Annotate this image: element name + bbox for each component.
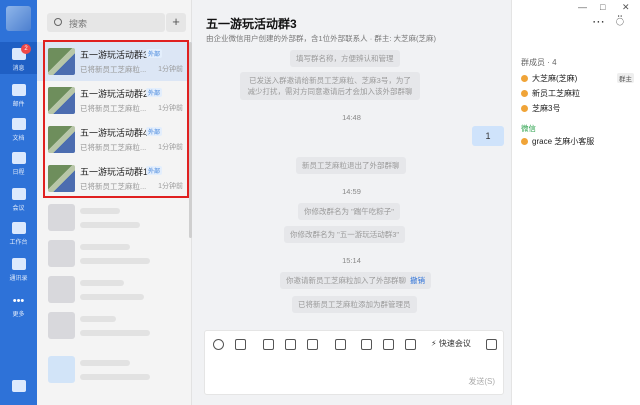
- nav-label: 更多: [12, 312, 25, 318]
- nav-apps[interactable]: [0, 380, 37, 392]
- nav-label: 文档: [12, 136, 25, 142]
- system-message: 新员工芝麻粒退出了外部群聊: [296, 157, 406, 174]
- members-header: 群成员 · 4: [521, 58, 557, 67]
- unread-badge: 2: [21, 44, 31, 54]
- minimize-icon[interactable]: —: [578, 2, 587, 12]
- timestamp: 15:14: [342, 256, 361, 265]
- highlight-box: [43, 40, 189, 198]
- blurred-text: [80, 360, 130, 366]
- workbench-icon: [11, 222, 26, 234]
- blurred-avatar: [48, 204, 75, 231]
- nav-docs[interactable]: 文档: [0, 118, 37, 142]
- nav-meeting[interactable]: 会议: [0, 188, 37, 212]
- blurred-text: [80, 244, 130, 250]
- nav-label: 会议: [12, 206, 25, 212]
- member-row[interactable]: 芝麻3号: [521, 103, 560, 114]
- apps-icon: [11, 380, 26, 392]
- my-message-bubble[interactable]: 1: [472, 126, 504, 146]
- calendar-icon[interactable]: [383, 339, 394, 350]
- more-dots-icon: •••: [12, 295, 25, 307]
- search-placeholder: 搜索: [69, 19, 88, 29]
- system-message: 已发送入群邀请给新员工芝麻粒、芝麻3号，为了减少打扰，需对方同意邀请后才会加入该…: [240, 72, 420, 100]
- nav-label: 消息: [12, 66, 25, 72]
- maximize-icon[interactable]: □: [600, 2, 605, 12]
- close-icon[interactable]: ✕: [622, 2, 630, 13]
- emoji-icon[interactable]: [213, 339, 224, 350]
- todo-icon[interactable]: [307, 339, 318, 350]
- nav-label: 通讯录: [9, 276, 28, 282]
- blurred-text: [80, 222, 140, 228]
- member-icon: [521, 138, 528, 145]
- nav-rail: 2 消息 邮件 文档 日程 会议 工作台 通讯录 ••• 更多: [0, 0, 37, 405]
- nav-label: 邮件: [12, 102, 25, 108]
- quick-meeting-label: 快速会议: [438, 339, 471, 348]
- screen-share-icon[interactable]: [405, 339, 416, 350]
- chat-description: 由企业微信用户创建的外部群，含1位外部联系人 · 群主: 大芝麻(芝麻): [206, 34, 436, 43]
- document-icon: [11, 118, 26, 130]
- add-member-icon[interactable]: ⍥: [616, 14, 624, 30]
- blurred-avatar: [48, 312, 75, 339]
- owner-badge: 群主: [617, 73, 634, 83]
- send-button[interactable]: 发送(S): [468, 376, 495, 387]
- nav-contacts[interactable]: 通讯录: [0, 258, 37, 282]
- doc-icon[interactable]: [285, 339, 296, 350]
- member-row[interactable]: 新员工芝麻粒: [521, 88, 580, 99]
- blurred-avatar: [48, 356, 75, 383]
- member-icon: [521, 75, 528, 82]
- group-info-panel: — □ ✕ ⋯ ⍥ 群成员 · 4 大芝麻(芝麻) 群主 新员工芝麻粒 芝麻3号…: [511, 0, 640, 405]
- nav-messages[interactable]: 2 消息: [0, 42, 37, 74]
- system-message: 已将新员工芝麻粒添加为群管理员: [292, 296, 417, 313]
- system-message: 你修改群名为 "五一游玩活动群3": [284, 226, 406, 243]
- blurred-text: [80, 208, 120, 214]
- search-icon: [54, 18, 62, 26]
- blurred-text: [80, 374, 150, 380]
- image-icon[interactable]: [263, 339, 274, 350]
- user-avatar[interactable]: [6, 6, 31, 31]
- timestamp: 14:59: [342, 187, 361, 196]
- system-message-text: 你邀请新员工芝麻粒加入了外部群聊: [286, 276, 406, 285]
- member-name: 大芝麻(芝麻): [532, 74, 578, 83]
- blurred-text: [80, 294, 144, 300]
- blurred-text: [80, 316, 116, 322]
- member-icon: [521, 105, 528, 112]
- system-message: 填写群名称，方便辨认和管理: [290, 50, 400, 67]
- blurred-avatar: [48, 276, 75, 303]
- more-options-icon[interactable]: ⋯: [592, 14, 605, 30]
- calendar-icon: [11, 152, 26, 164]
- nav-more[interactable]: ••• 更多: [0, 295, 37, 319]
- search-input[interactable]: 搜索: [47, 13, 165, 32]
- scissors-icon[interactable]: [235, 339, 246, 350]
- blurred-avatar: [48, 240, 75, 267]
- nav-label: 工作台: [9, 240, 28, 246]
- folder-icon[interactable]: [335, 339, 346, 350]
- money-icon[interactable]: [361, 339, 372, 350]
- member-name: grace 芝麻小客服: [532, 137, 595, 146]
- chat-title[interactable]: 五一游玩活动群3: [206, 15, 297, 32]
- system-message: 你邀请新员工芝麻粒加入了外部群聊 撤销: [280, 272, 431, 289]
- nav-label: 日程: [12, 170, 25, 176]
- add-button[interactable]: +: [166, 13, 186, 32]
- nav-mail[interactable]: 邮件: [0, 84, 37, 108]
- message-composer[interactable]: ⚡ 快速会议 发送(S): [204, 330, 504, 395]
- undo-link[interactable]: 撤销: [410, 276, 425, 285]
- wechat-section-label: 微信: [521, 124, 536, 133]
- history-icon[interactable]: [486, 339, 497, 350]
- contacts-icon: [11, 258, 26, 270]
- meeting-icon: [11, 188, 26, 200]
- member-row[interactable]: grace 芝麻小客服: [521, 136, 594, 147]
- blurred-text: [80, 330, 150, 336]
- member-name: 新员工芝麻粒: [532, 89, 580, 98]
- member-row[interactable]: 大芝麻(芝麻) 群主: [521, 73, 639, 84]
- chat-panel: 五一游玩活动群3 由企业微信用户创建的外部群，含1位外部联系人 · 群主: 大芝…: [192, 0, 511, 405]
- member-icon: [521, 90, 528, 97]
- nav-calendar[interactable]: 日程: [0, 152, 37, 176]
- quick-meeting-button[interactable]: ⚡ 快速会议: [431, 338, 471, 349]
- system-message: 你修改群名为 "踹午吃粽子": [298, 203, 400, 220]
- blurred-text: [80, 280, 124, 286]
- blurred-text: [80, 258, 150, 264]
- nav-workbench[interactable]: 工作台: [0, 222, 37, 246]
- timestamp: 14:48: [342, 113, 361, 122]
- member-name: 芝麻3号: [532, 104, 561, 113]
- mail-icon: [11, 84, 26, 96]
